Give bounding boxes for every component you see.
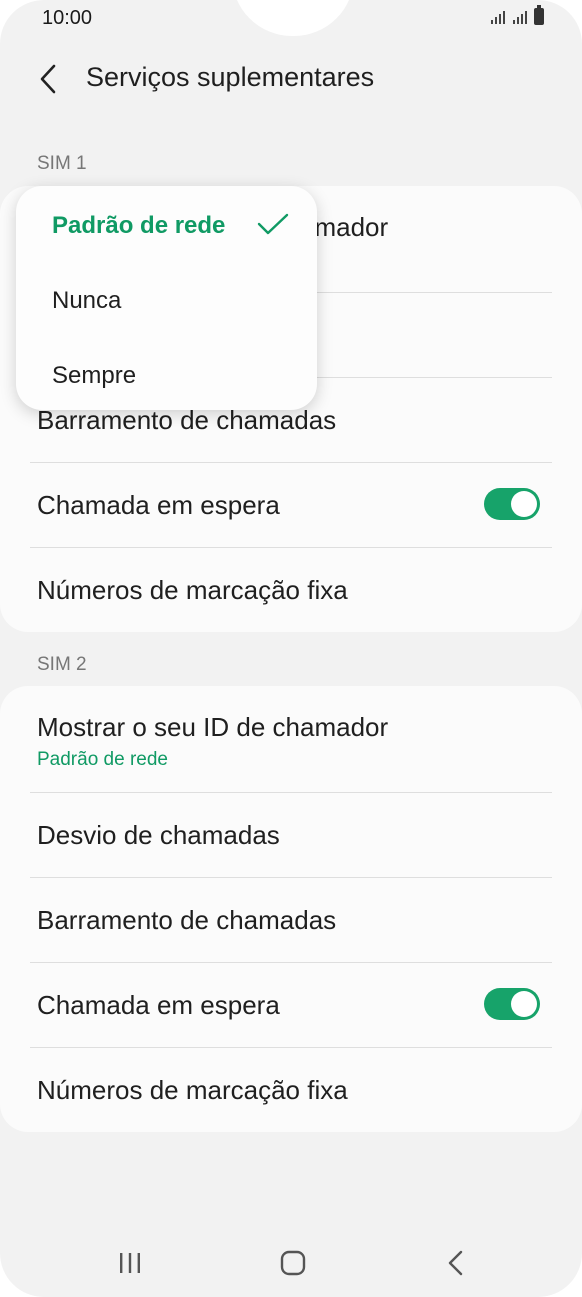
sim2-fixed-dialing-item[interactable]: Números de marcação fixa: [37, 1075, 552, 1106]
signal-icon: [491, 11, 505, 24]
home-button[interactable]: [273, 1246, 313, 1280]
row-title: Desvio de chamadas: [37, 820, 280, 850]
sim2-caller-id-item[interactable]: Mostrar o seu ID de chamador Padrão de r…: [37, 712, 552, 771]
sim2-call-waiting-item[interactable]: Chamada em espera: [37, 990, 552, 1021]
battery-icon: [534, 5, 544, 25]
sim1-call-waiting-toggle[interactable]: [484, 488, 540, 520]
signal-icon: [513, 11, 527, 24]
nav-back-button[interactable]: [436, 1246, 476, 1280]
toggle-knob: [511, 491, 537, 517]
sim2-call-waiting-toggle[interactable]: [484, 988, 540, 1020]
divider: [30, 1047, 552, 1048]
caller-id-options-popup: Padrão de rede Nunca Sempre: [16, 186, 317, 410]
page-title: Serviços suplementares: [86, 62, 375, 92]
row-title: Barramento de chamadas: [37, 905, 337, 935]
toggle-knob: [511, 991, 537, 1017]
nav-back-icon: [448, 1250, 463, 1276]
sim1-fixed-dialing-item[interactable]: Números de marcação fixa: [37, 575, 552, 606]
navigation-bar: [0, 1226, 582, 1296]
row-subtitle: Padrão de rede: [37, 749, 168, 770]
row-title: Números de marcação fixa: [37, 1075, 348, 1105]
divider: [30, 547, 552, 548]
recent-apps-icon: [120, 1253, 140, 1273]
sim2-card: Mostrar o seu ID de chamador Padrão de r…: [0, 686, 582, 1132]
option-never[interactable]: Nunca: [52, 287, 121, 315]
sim1-call-waiting-item[interactable]: Chamada em espera: [37, 490, 552, 521]
recent-apps-button[interactable]: [110, 1246, 150, 1280]
app-header: Serviços suplementares: [0, 52, 582, 108]
camera-notch: [232, 0, 354, 36]
phone-screen: 10:00 Serviços suplementares SIM 1 Mostr…: [0, 0, 582, 1297]
sim2-section-label: SIM 2: [37, 654, 87, 675]
divider: [30, 877, 552, 878]
option-always[interactable]: Sempre: [52, 362, 136, 390]
row-title: Chamada em espera: [37, 990, 280, 1020]
status-time: 10:00: [42, 7, 93, 29]
row-title: Chamada em espera: [37, 490, 280, 520]
divider: [30, 462, 552, 463]
check-icon: [257, 213, 289, 235]
sim1-section-label: SIM 1: [37, 153, 87, 174]
back-icon[interactable]: [34, 62, 62, 96]
status-icons: [490, 5, 544, 25]
row-title: Números de marcação fixa: [37, 575, 348, 605]
divider: [30, 792, 552, 793]
home-icon: [280, 1250, 306, 1276]
option-network-default[interactable]: Padrão de rede: [52, 212, 225, 240]
row-title: Mostrar o seu ID de chamador: [37, 712, 389, 742]
sim2-call-forwarding-item[interactable]: Desvio de chamadas: [37, 820, 552, 851]
sim2-call-barring-item[interactable]: Barramento de chamadas: [37, 905, 552, 936]
divider: [30, 962, 552, 963]
